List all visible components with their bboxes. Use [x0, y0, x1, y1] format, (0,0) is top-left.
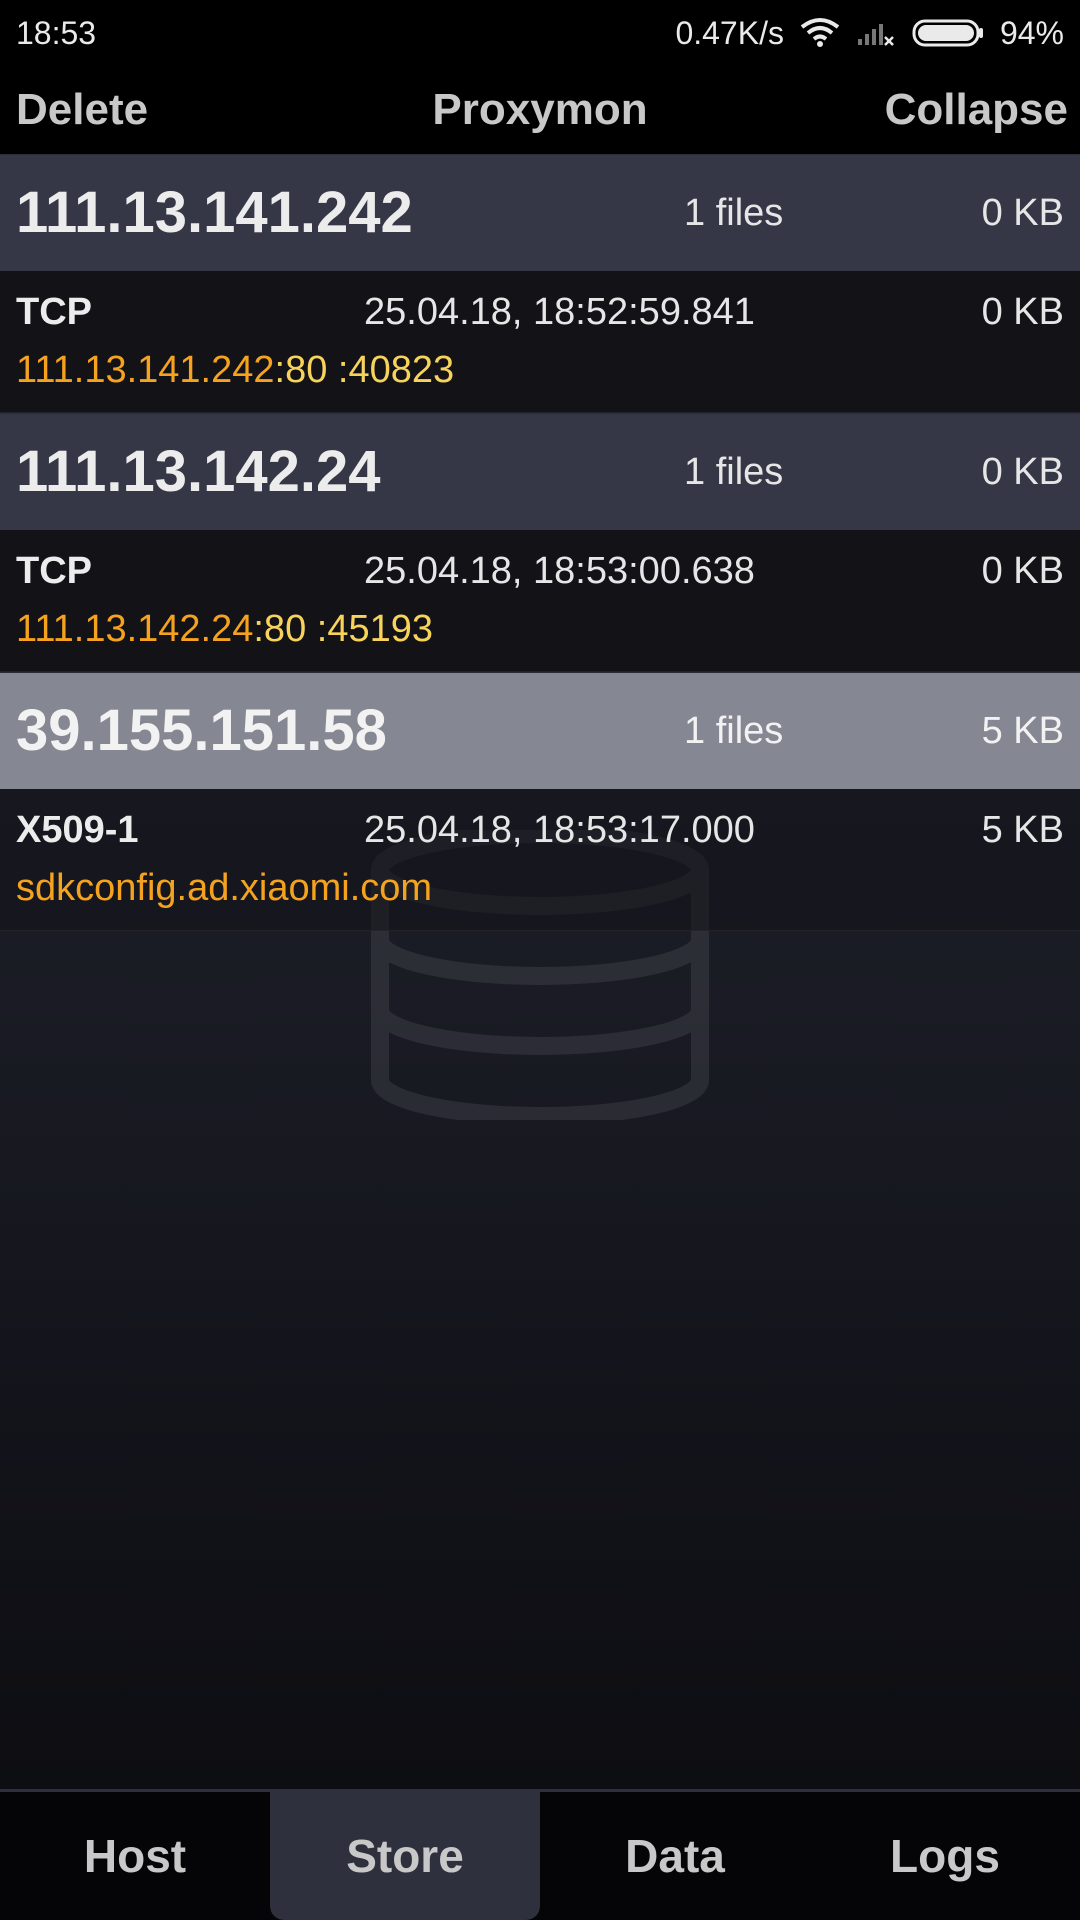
- entry-protocol: X509-1: [16, 809, 139, 851]
- action-bar: Proxymon Delete Collapse: [0, 66, 1080, 154]
- file-count: 1 files: [684, 710, 784, 752]
- status-bar: 18:53 0.47K/s 94%: [0, 0, 1080, 66]
- entry-ports: :80 :45193: [253, 608, 433, 650]
- host-list: 111.13.141.242 1 files 0 KB TCP 25.04.18…: [0, 154, 1080, 931]
- entry-address: 111.13.141.242: [16, 349, 275, 391]
- host-group-header[interactable]: 111.13.141.242 1 files 0 KB: [0, 154, 1080, 271]
- file-count: 1 files: [684, 192, 784, 234]
- entry-ports: :80 :40823: [274, 349, 455, 391]
- entry-address: 111.13.142.24: [16, 608, 254, 650]
- bottom-navigation: Host Store Data Logs: [0, 1789, 1080, 1920]
- tab-data[interactable]: Data: [540, 1792, 810, 1920]
- entry-address: sdkconfig.ad.xiaomi.com: [16, 867, 433, 909]
- file-count: 1 files: [684, 451, 784, 493]
- host-group-header-selected[interactable]: 39.155.151.58 1 files 5 KB: [0, 672, 1080, 789]
- status-time: 18:53: [16, 14, 97, 51]
- connection-entry[interactable]: TCP 25.04.18, 18:52:59.841 0 KB 111.13.1…: [0, 271, 1080, 413]
- status-right: 0.47K/s 94%: [675, 15, 1064, 52]
- entry-timestamp: 25.04.18, 18:53:17.000: [364, 809, 755, 851]
- host-address: 111.13.141.242: [16, 180, 413, 245]
- entry-timestamp: 25.04.18, 18:52:59.841: [364, 291, 755, 333]
- host-address: 39.155.151.58: [16, 698, 387, 763]
- wifi-icon: [800, 17, 840, 49]
- host-group-header[interactable]: 111.13.142.24 1 files 0 KB: [0, 413, 1080, 530]
- connection-entry[interactable]: TCP 25.04.18, 18:53:00.638 0 KB 111.13.1…: [0, 530, 1080, 672]
- tab-host[interactable]: Host: [0, 1792, 270, 1920]
- battery-percent: 94%: [999, 14, 1064, 51]
- entry-size: 0 KB: [981, 550, 1064, 592]
- collapse-button[interactable]: Collapse: [885, 66, 1068, 154]
- entry-address-line: 111.13.141.242:80 :40823: [16, 349, 454, 392]
- group-size: 0 KB: [981, 192, 1064, 234]
- entry-address-line: sdkconfig.ad.xiaomi.com: [16, 867, 432, 910]
- entry-size: 5 KB: [981, 809, 1064, 851]
- group-size: 5 KB: [981, 710, 1064, 752]
- tab-store[interactable]: Store: [270, 1792, 540, 1920]
- entry-address-line: 111.13.142.24:80 :45193: [16, 608, 433, 651]
- group-size: 0 KB: [981, 451, 1064, 493]
- entry-size: 0 KB: [981, 291, 1064, 333]
- network-speed: 0.47K/s: [675, 14, 784, 51]
- entry-timestamp: 25.04.18, 18:53:00.638: [364, 550, 755, 592]
- entry-protocol: TCP: [16, 291, 92, 333]
- host-address: 111.13.142.24: [16, 439, 381, 504]
- tab-logs[interactable]: Logs: [810, 1792, 1080, 1920]
- delete-button[interactable]: Delete: [16, 66, 148, 154]
- connection-entry[interactable]: X509-1 25.04.18, 18:53:17.000 5 KB sdkco…: [0, 789, 1080, 931]
- signal-no-service-icon: [856, 17, 896, 49]
- battery-icon: [912, 18, 984, 48]
- entry-protocol: TCP: [16, 550, 92, 592]
